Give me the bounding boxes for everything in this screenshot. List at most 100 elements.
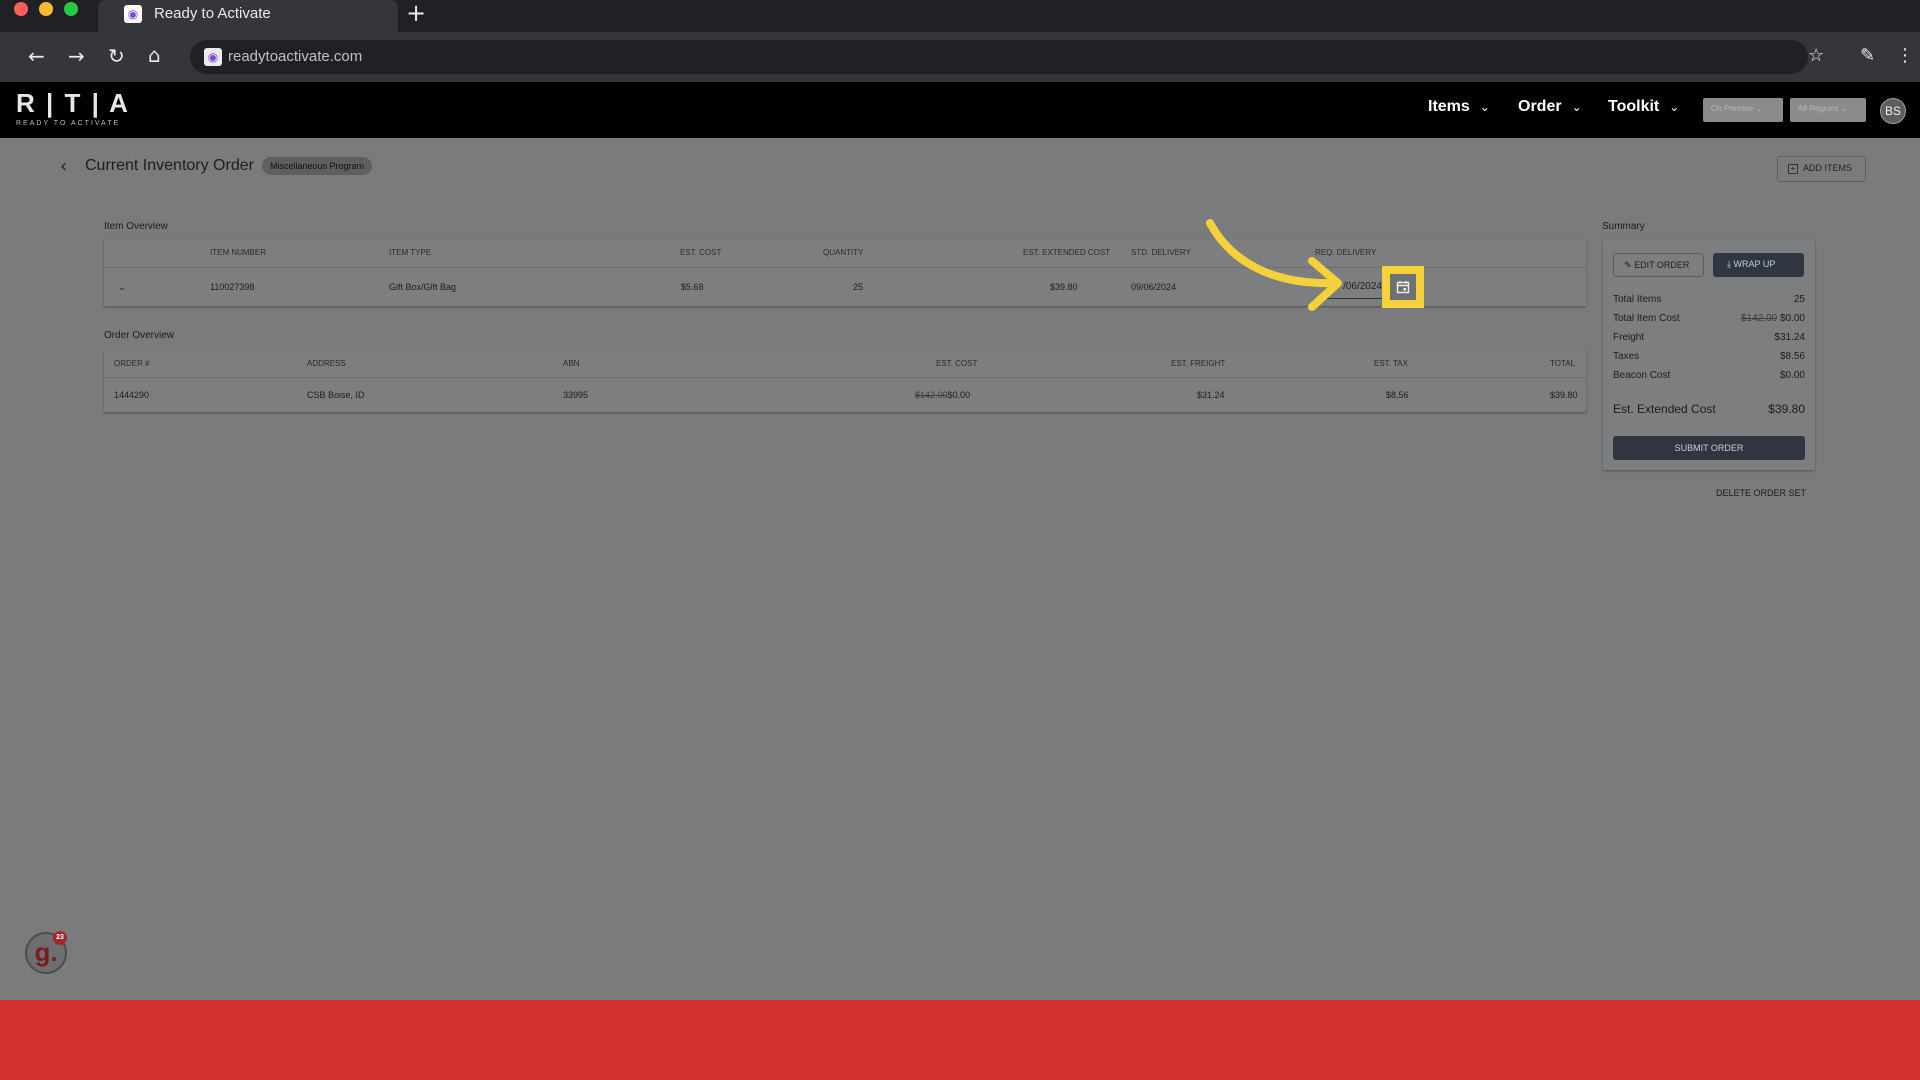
app-header: R | T | A READY TO ACTIVATE Items ⌄ Order… [0,82,1920,138]
extensions-puzzle-icon[interactable]: ✎ [1860,46,1875,66]
summary-label: Freight [1613,332,1645,343]
browser-tab[interactable]: ◉ Ready to Activate [98,0,398,32]
add-box-icon: + [1788,164,1798,174]
col-order-est-cost: EST. COST [936,359,978,368]
cell-address: CSB Boise, ID [307,390,365,400]
chevron-down-icon: ⌄ [1571,100,1582,114]
col-est-tax: EST. TAX [1374,359,1408,368]
order-overview-table: ORDER # ADDRESS ABN EST. COST EST. FREIG… [104,350,1586,412]
col-total: TOTAL [1550,359,1576,368]
old-cost: $142.00 [915,390,948,400]
cell-est-tax: $8.56 [1386,390,1409,400]
browser-menu-icon[interactable]: ⋮ [1896,46,1914,66]
cell-est-freight: $31.24 [1197,390,1225,400]
col-est-extended-cost: EST. EXTENDED COST [1023,248,1111,257]
cell-est-extended-cost: $39.80 [1050,282,1078,292]
summary-extended-cost: Est. Extended Cost $39.80 [1613,402,1805,416]
chevron-down-icon: ⌄ [1479,100,1490,114]
chevron-down-icon: ⌄ [1669,100,1680,114]
summary-row-taxes: Taxes $8.56 [1613,351,1805,362]
expand-chevron-icon[interactable]: ⌄ [118,283,126,293]
col-est-freight: EST. FREIGHT [1171,359,1226,368]
summary-title: Summary [1602,221,1645,232]
cell-order-number: 1444290 [114,390,150,400]
new-cost: $0.00 [1779,313,1805,324]
cell-item-number: 110027398 [210,282,255,292]
divider [104,377,1586,378]
address-bar[interactable]: ◉ readytoactivate.com [190,40,1808,74]
help-widget-button[interactable]: g. 23 [25,931,67,974]
col-address: ADDRESS [307,359,346,368]
col-item-type: ITEM TYPE [389,248,432,257]
menu-toolkit[interactable]: Toolkit ⌄ [1608,98,1679,116]
col-item-number: ITEM NUMBER [210,248,266,257]
browser-toolbar: ← → ↻ ⌂ ◉ readytoactivate.com ☆ ✎ ⋮ [0,32,1920,82]
program-badge: Miscellaneous Program [262,157,373,175]
menu-order-label: Order [1518,98,1562,115]
pencil-icon: ✎ [1624,261,1632,271]
edit-order-label: EDIT ORDER [1634,260,1690,270]
summary-row-beacon-cost: Beacon Cost $0.00 [1613,370,1805,381]
bookmark-star-icon[interactable]: ☆ [1808,46,1824,66]
wrap-up-label: WRAP UP [1733,259,1776,269]
cell-est-cost: $5.68 [681,282,704,292]
summary-value: $8.56 [1779,351,1805,362]
summary-value: $142.00 $0.00 [1741,313,1805,324]
forward-arrow-icon[interactable]: → [68,46,85,66]
summary-row-freight: Freight $31.24 [1613,332,1805,343]
wrap-up-button[interactable]: ⤓ WRAP UP [1713,253,1804,277]
menu-items-label: Items [1428,98,1470,115]
summary-value: $0.00 [1779,370,1805,381]
col-est-cost: EST. COST [680,248,722,257]
annotation-arrow [1206,219,1342,311]
url-text: readytoactivate.com [228,48,363,65]
widget-count-badge: 23 [53,931,67,945]
edit-order-button[interactable]: ✎ EDIT ORDER [1613,253,1704,277]
page-title: Current Inventory Order [85,157,254,174]
summary-row-total-item-cost: Total Item Cost $142.00 $0.00 [1613,313,1805,324]
regions-select[interactable]: All Regions ⌄ [1790,98,1866,122]
new-cost: $0.00 [947,390,971,400]
col-std-delivery: STD. DELIVERY [1131,248,1191,257]
rta-logo[interactable]: R | T | A [16,88,130,119]
new-tab-button[interactable]: + [406,1,426,25]
browser-tabstrip: ◉ Ready to Activate + [0,0,1920,32]
menu-items[interactable]: Items ⌄ [1428,98,1490,116]
site-info-icon[interactable]: ◉ [204,48,222,66]
minimize-window-button[interactable] [39,2,53,16]
summary-row-total-items: Total Items 25 [1613,294,1805,305]
premise-select[interactable]: On Premise ⌄ [1703,98,1783,122]
cell-order-est-cost: $142.00$0.00 [915,390,970,400]
add-items-button[interactable]: + ADD ITEMS [1777,156,1866,182]
back-arrow-icon[interactable]: ← [28,46,45,66]
back-chevron-icon[interactable]: ‹ [60,156,67,177]
calendar-icon [1390,274,1416,300]
cell-quantity: 25 [853,282,864,292]
bottom-red-bar [0,1000,1920,1080]
col-order-number: ORDER # [114,359,150,368]
menu-toolkit-label: Toolkit [1608,98,1660,115]
user-avatar[interactable]: BS [1880,98,1906,124]
regions-select-value: All Regions [1798,104,1839,113]
delete-order-set-button[interactable]: DELETE ORDER SET [1716,488,1806,498]
summary-label: Taxes [1613,351,1640,362]
reload-icon[interactable]: ↻ [108,46,125,66]
summary-label: Total Item Cost [1613,313,1680,324]
col-abn: ABN [563,359,580,368]
cell-item-type: Gift Box/Gift Bag [389,282,457,292]
summary-label: Total Items [1613,294,1662,305]
add-items-label: ADD ITEMS [1803,163,1853,173]
cell-std-delivery: 09/06/2024 [1131,282,1177,292]
home-icon[interactable]: ⌂ [148,45,161,65]
maximize-window-button[interactable] [64,2,78,16]
close-window-button[interactable] [14,2,28,16]
col-quantity: QUANTITY [823,248,864,257]
old-cost: $142.00 [1741,313,1778,324]
site-favicon-icon: ◉ [124,5,142,23]
order-overview-label: Order Overview [104,330,175,341]
summary-label: Beacon Cost [1613,370,1671,381]
download-icon: ⤓ [1727,260,1731,270]
menu-order[interactable]: Order ⌄ [1518,98,1582,116]
item-overview-label: Item Overview [104,221,168,232]
submit-order-button[interactable]: SUBMIT ORDER [1613,436,1805,460]
